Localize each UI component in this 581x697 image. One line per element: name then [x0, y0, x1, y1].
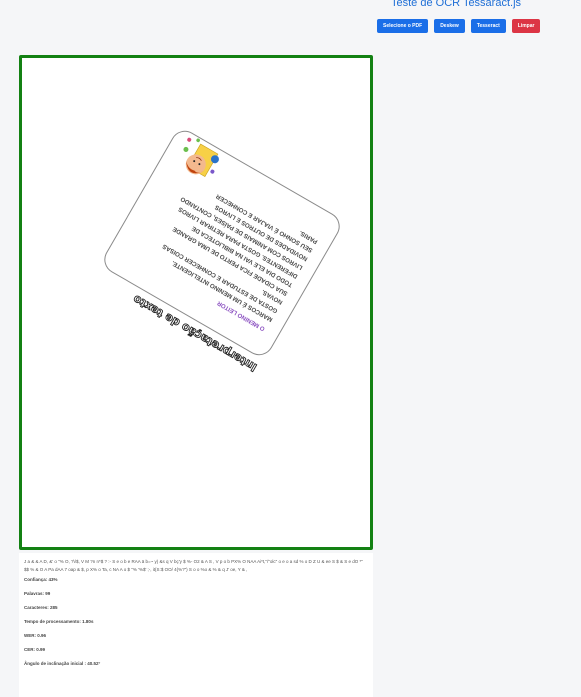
wer-stat: WER: 0.96	[24, 633, 47, 638]
select-pdf-button[interactable]: Selecione o PDF	[377, 19, 429, 33]
ocr-results-panel: J a & & A D, &' o "% O, ?\/$, V M ?n n*$…	[19, 553, 373, 697]
scanned-card-image: O MENINO LEITOR MARCOS É UM MENINO INTEL…	[104, 130, 340, 374]
words-stat: Palavras: 99	[24, 591, 51, 596]
tesseract-button[interactable]: Tesseract	[470, 19, 506, 33]
document-preview: O MENINO LEITOR MARCOS É UM MENINO INTEL…	[19, 55, 373, 550]
toolbar: Selecione o PDF Deskew Tesseract Limpar	[377, 19, 541, 33]
clear-button[interactable]: Limpar	[511, 19, 541, 33]
characters-stat: Caracteres: 285	[24, 605, 58, 610]
cer-stat: CER: 0.99	[24, 647, 46, 652]
skew-angle-stat: Ângulo de inclinação inicial : 40.52°	[24, 661, 101, 666]
app-title: Teste de OCR Tessaract.js	[391, 0, 522, 9]
confidence-stat: Confiança: 43%	[24, 577, 58, 582]
ocr-output-text: J a & & A D, &' o "% O, ?\/$, V M ?n n*$…	[24, 559, 363, 572]
processing-time-stat: Tempo de processamento: 1.80s	[24, 619, 94, 624]
deskew-button[interactable]: Deskew	[434, 19, 465, 33]
